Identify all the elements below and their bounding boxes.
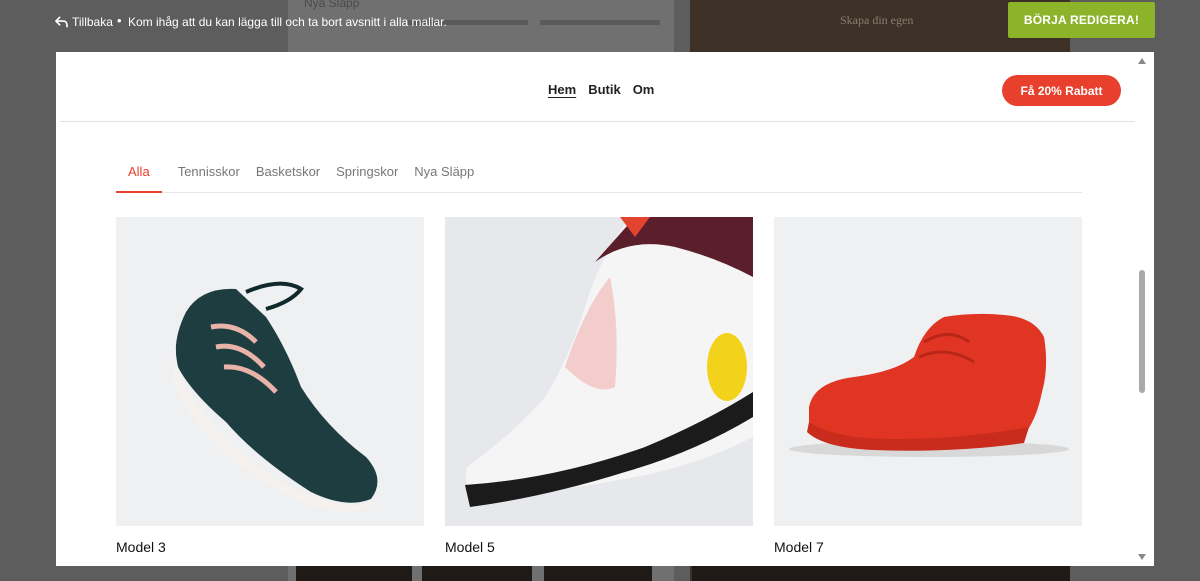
background-strip	[692, 566, 1070, 581]
product-title[interactable]: Model 7	[774, 539, 1082, 555]
product-title[interactable]: Model 3	[116, 539, 424, 555]
background-strip	[296, 566, 412, 581]
site-header: Hem Butik Om Få 20% Rabatt	[60, 52, 1138, 122]
tab-tennis[interactable]: Tennisskor	[178, 156, 240, 193]
background-strip	[544, 566, 652, 581]
background-strip	[422, 566, 532, 581]
tab-running[interactable]: Springskor	[336, 156, 398, 193]
separator-dot: •	[117, 13, 122, 28]
tab-label: Alla	[128, 164, 150, 179]
tab-label: Nya Släpp	[414, 164, 475, 179]
product-card[interactable]: Model 5	[445, 217, 753, 555]
white-running-shoe-image[interactable]	[445, 217, 753, 526]
tab-label: Basketskor	[255, 164, 321, 179]
nav-item-about[interactable]: Om	[633, 82, 655, 97]
preview-scrollbar[interactable]	[1135, 56, 1149, 562]
discount-button[interactable]: Få 20% Rabatt	[1002, 75, 1121, 106]
back-link[interactable]: Tillbaka	[55, 15, 113, 29]
scroll-down-arrow-icon[interactable]	[1138, 554, 1146, 560]
start-editing-button[interactable]: BÖRJA REDIGERA!	[1008, 2, 1155, 38]
scroll-up-arrow-icon[interactable]	[1138, 58, 1146, 64]
tab-new-releases[interactable]: Nya Släpp	[414, 156, 474, 193]
back-arrow-icon	[55, 16, 68, 28]
category-tabs: Alla Tennisskor Basketskor Springskor Ny…	[116, 156, 1082, 193]
template-preview: Hem Butik Om Få 20% Rabatt Alla Tennissk…	[56, 52, 1154, 566]
dark-green-sneaker-image[interactable]	[116, 217, 424, 526]
product-card[interactable]: Model 3	[116, 217, 424, 555]
back-label: Tillbaka	[72, 15, 113, 29]
editor-topbar: Tillbaka • Kom ihåg att du kan lägga til…	[0, 0, 1200, 48]
nav-item-shop[interactable]: Butik	[588, 82, 621, 97]
tab-label: Tennisskor	[177, 164, 240, 179]
scroll-thumb[interactable]	[1139, 270, 1145, 393]
product-title[interactable]: Model 5	[445, 539, 753, 555]
editor-hint: Kom ihåg att du kan lägga till och ta bo…	[128, 15, 447, 29]
site-nav: Hem Butik Om	[548, 82, 654, 97]
tab-basketball[interactable]: Basketskor	[256, 156, 320, 193]
tab-all[interactable]: Alla	[116, 156, 162, 193]
nav-item-home[interactable]: Hem	[548, 82, 576, 97]
red-basketball-shoe-image[interactable]	[774, 217, 1082, 526]
tab-label: Springskor	[336, 164, 399, 179]
product-card[interactable]: Model 7	[774, 217, 1082, 555]
